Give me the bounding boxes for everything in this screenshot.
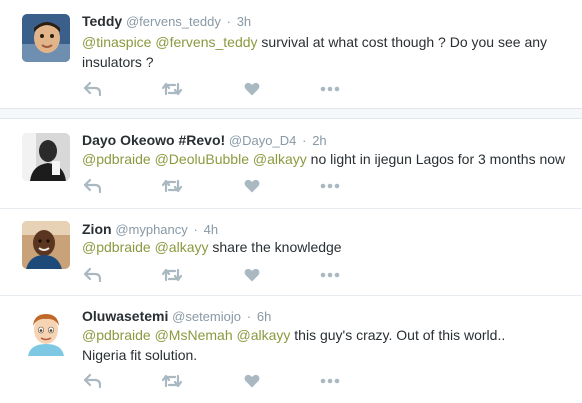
reply-button[interactable] [82, 266, 102, 284]
avatar[interactable] [22, 221, 70, 269]
mention-link[interactable]: @pdbraide [82, 327, 151, 343]
tweet-header: Oluwasetemi @setemiojo · 6h [82, 308, 271, 325]
display-name[interactable]: Oluwasetemi [82, 308, 168, 324]
reply-icon [83, 374, 101, 388]
retweet-button[interactable] [162, 372, 182, 390]
retweet-button[interactable] [162, 80, 182, 98]
cartoon-avatar-icon [22, 308, 70, 356]
mention-link[interactable]: @pdbraide [82, 239, 151, 255]
retweet-icon [162, 268, 182, 282]
tweet-text: @pdbraide @DeoluBubble @alkayy no light … [82, 149, 577, 169]
mention-link[interactable]: @alkayy [253, 151, 307, 167]
separator-dot: · [246, 309, 252, 324]
timestamp[interactable]: 4h [204, 222, 218, 237]
reply-icon [83, 82, 101, 96]
like-button[interactable] [242, 266, 262, 284]
tweet[interactable]: Zion @myphancy · 4h @pdbraide @alkayy sh… [0, 209, 582, 295]
reply-button[interactable] [82, 80, 102, 98]
tweet-text-body: this guy's crazy. Out of this world.. [290, 327, 506, 343]
tweet-text: @tinaspice @fervens_teddy survival at wh… [82, 32, 577, 72]
heart-icon [244, 179, 260, 193]
tweet-text: @pdbraide @MsNemah @alkayy this guy's cr… [82, 325, 577, 365]
tweet[interactable]: Teddy @fervens_teddy · 3h @tinaspice @fe… [0, 0, 582, 108]
timestamp[interactable]: 6h [257, 309, 271, 324]
separator-dot: · [226, 14, 231, 29]
mention-link[interactable]: @fervens_teddy [155, 34, 257, 50]
heart-icon [244, 268, 260, 282]
retweet-icon [162, 179, 182, 193]
username[interactable]: @myphancy [115, 222, 187, 237]
retweet-icon [162, 82, 182, 96]
retweet-button[interactable] [162, 177, 182, 195]
reply-button[interactable] [82, 177, 102, 195]
mention-link[interactable]: @tinaspice [82, 34, 151, 50]
timestamp[interactable]: 2h [312, 133, 326, 148]
more-button[interactable] [320, 177, 340, 195]
more-icon [320, 86, 340, 92]
timestamp[interactable]: 3h [237, 14, 251, 29]
like-button[interactable] [242, 372, 262, 390]
man-photo-icon [22, 221, 70, 269]
mention-link[interactable]: @alkayy [155, 239, 209, 255]
username[interactable]: @setemiojo [172, 309, 241, 324]
tweet-text-body: insulators ? [82, 54, 154, 70]
more-button[interactable] [320, 372, 340, 390]
tweet-text-body: survival at what cost though ? Do you se… [257, 34, 548, 50]
reply-icon [83, 179, 101, 193]
tweet-text: @pdbraide @alkayy share the knowledge [82, 237, 577, 257]
tweet[interactable]: Oluwasetemi @setemiojo · 6h @pdbraide @M… [0, 296, 582, 403]
more-icon [320, 378, 340, 384]
tweet-header: Dayo Okeowo #Revo! @Dayo_D4 · 2h [82, 132, 327, 149]
more-button[interactable] [320, 266, 340, 284]
username[interactable]: @Dayo_D4 [229, 133, 296, 148]
avatar[interactable] [22, 14, 70, 62]
retweet-button[interactable] [162, 266, 182, 284]
display-name[interactable]: Dayo Okeowo #Revo! [82, 132, 225, 148]
like-button[interactable] [242, 177, 262, 195]
separator-dot: · [193, 222, 198, 237]
separator-dot: · [302, 133, 307, 148]
heart-icon [244, 82, 260, 96]
mention-link[interactable]: @MsNemah [155, 327, 233, 343]
tweet-text-body: no light in ijegun Lagos for 3 months no… [306, 151, 566, 167]
bw-portrait-photo-icon [22, 133, 70, 181]
tweet-text-body: Nigeria fit solution. [82, 347, 198, 363]
display-name[interactable]: Teddy [82, 13, 122, 29]
mention-link[interactable]: @pdbraide [82, 151, 151, 167]
tweet[interactable]: Dayo Okeowo #Revo! @Dayo_D4 · 2h @pdbrai… [0, 119, 582, 208]
reply-icon [83, 268, 101, 282]
display-name[interactable]: Zion [82, 221, 112, 237]
mention-link[interactable]: @alkayy [237, 327, 291, 343]
conversation-gap [0, 108, 582, 119]
avatar[interactable] [22, 133, 70, 181]
more-icon [320, 272, 340, 278]
avatar[interactable] [22, 308, 70, 356]
tweet-header: Teddy @fervens_teddy · 3h [82, 13, 251, 30]
like-button[interactable] [242, 80, 262, 98]
child-photo-icon [22, 14, 70, 62]
retweet-icon [162, 374, 182, 388]
more-button[interactable] [320, 80, 340, 98]
tweet-text-body: share the knowledge [208, 239, 342, 255]
more-icon [320, 183, 340, 189]
tweet-header: Zion @myphancy · 4h [82, 221, 218, 238]
username[interactable]: @fervens_teddy [126, 14, 221, 29]
mention-link[interactable]: @DeoluBubble [155, 151, 249, 167]
heart-icon [244, 374, 260, 388]
reply-button[interactable] [82, 372, 102, 390]
